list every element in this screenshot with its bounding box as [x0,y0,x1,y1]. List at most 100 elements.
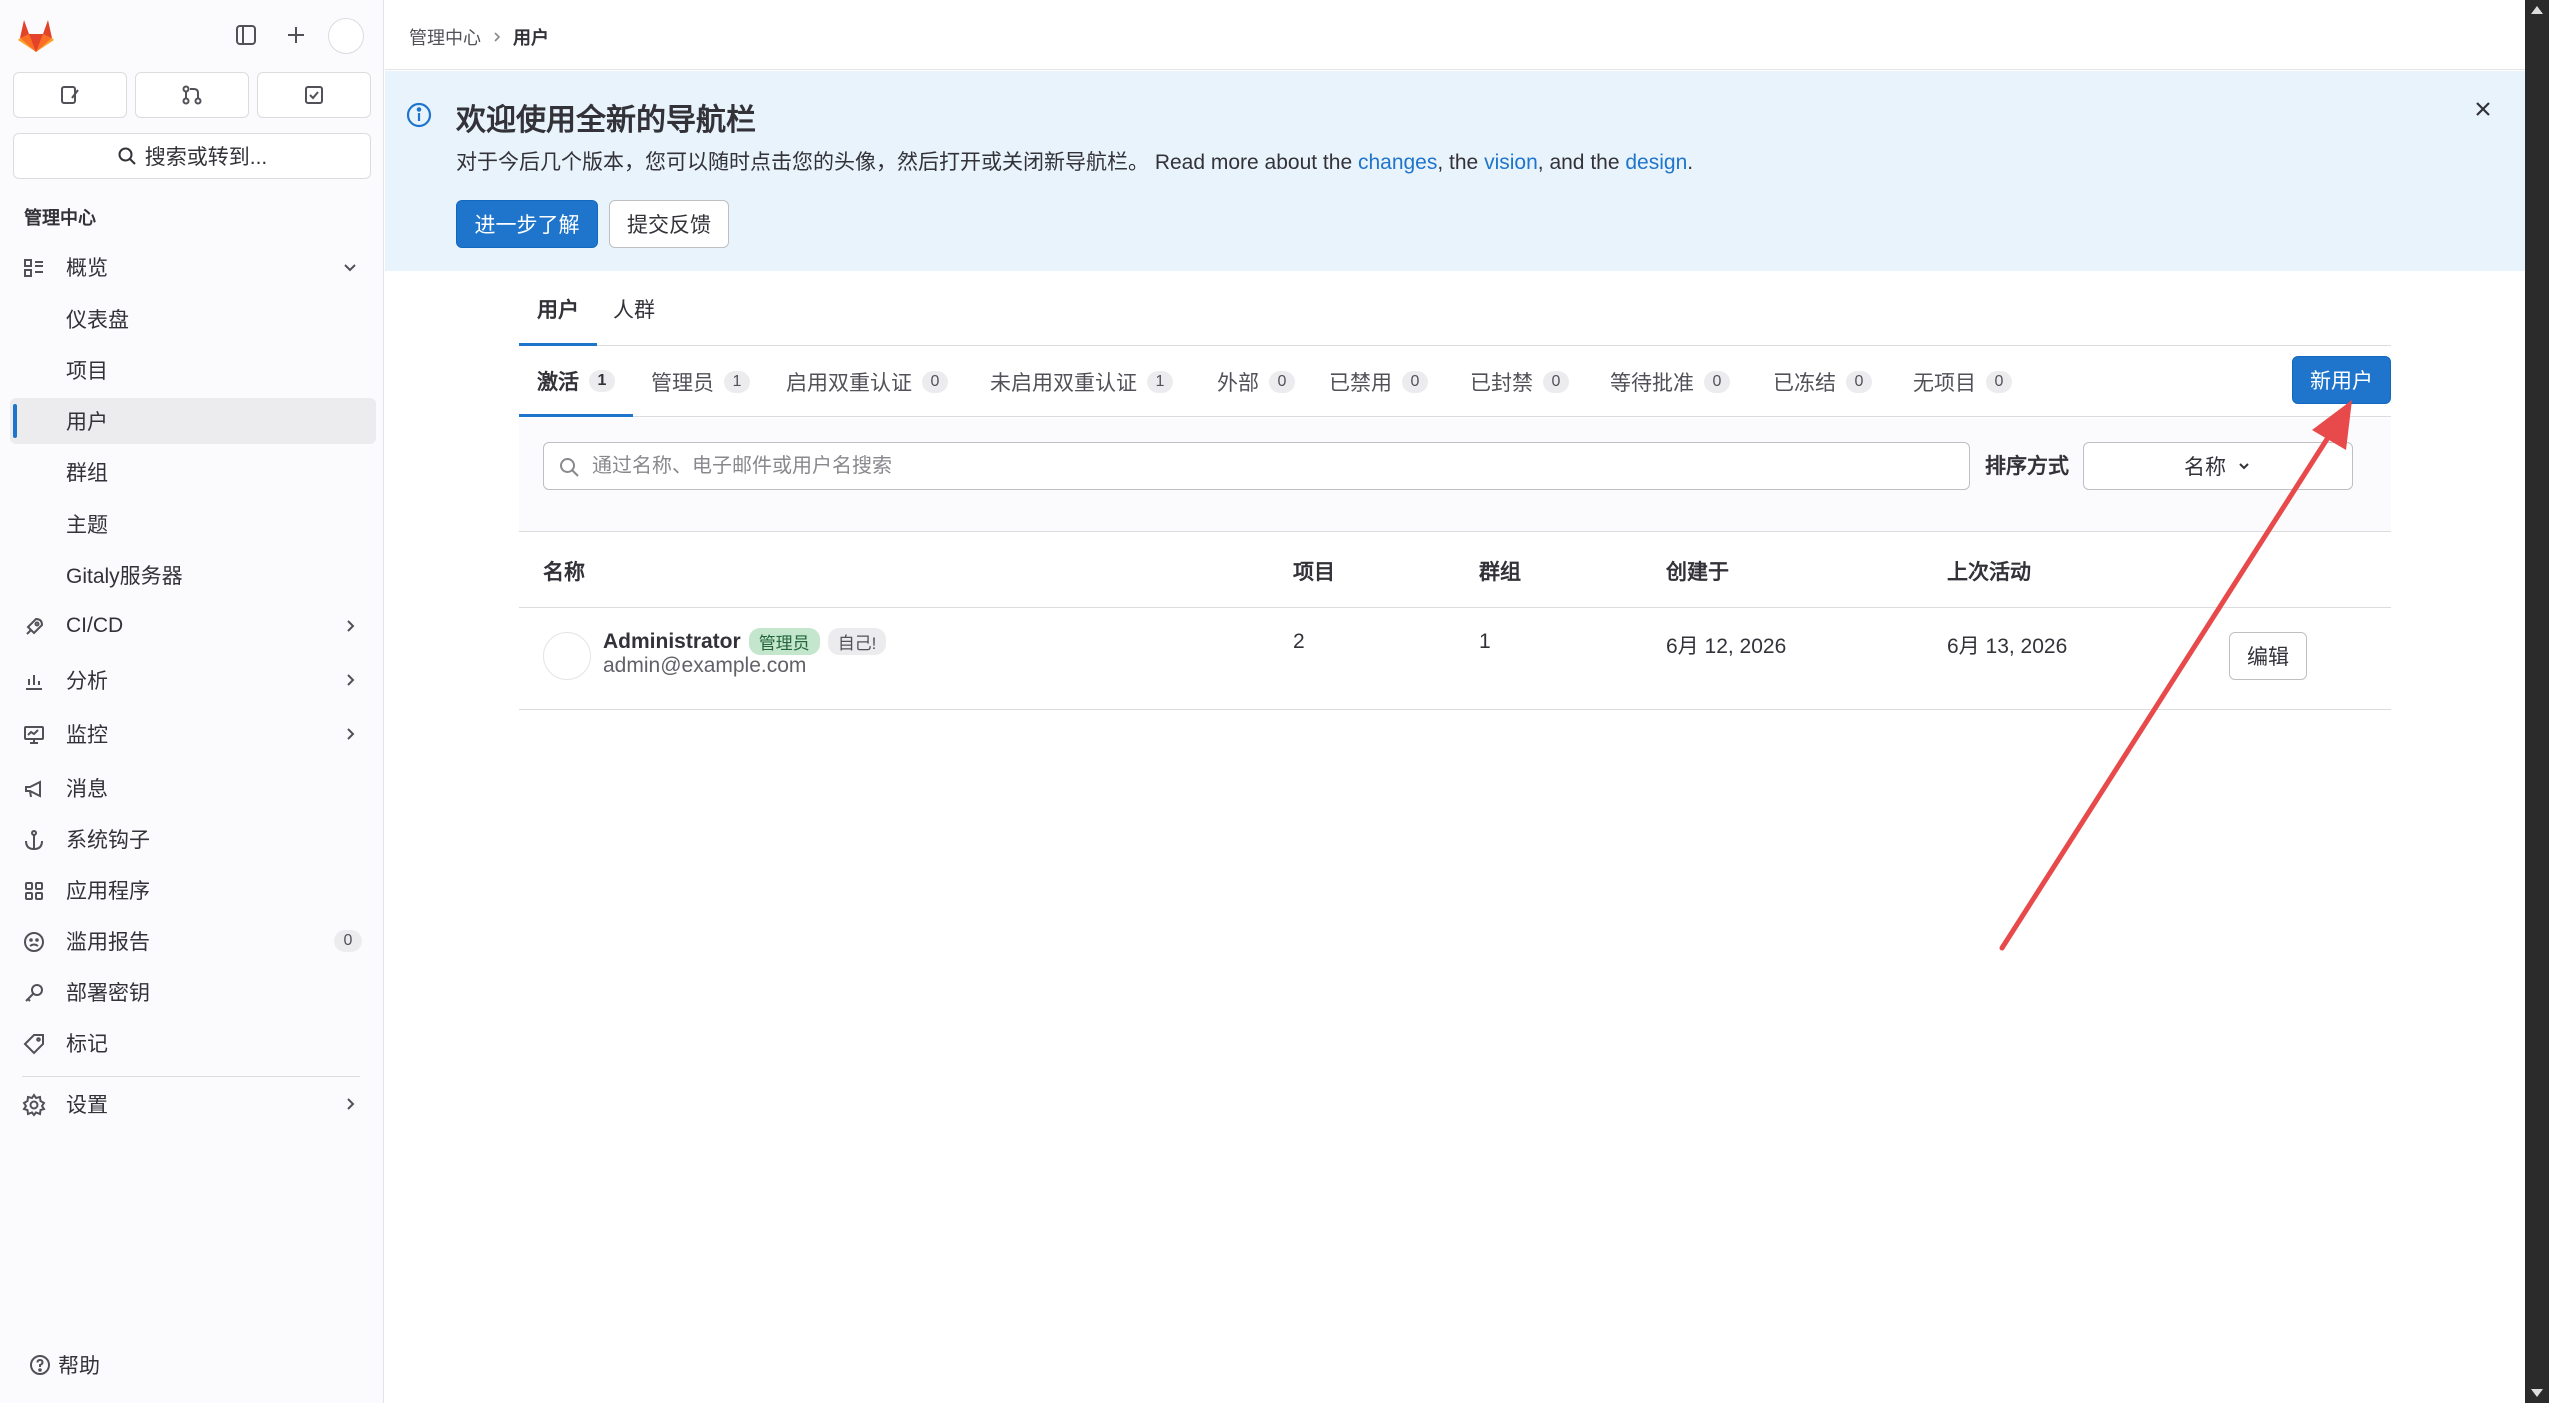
user-filter-tabs: 激活 1 管理员 1 启用双重认证 0 未启用双重认证 1 外部 0 已禁用 0 已封禁 0 … [519,347,2391,417]
sidebar-search-button[interactable]: 搜索或转到... [13,133,371,179]
sort-value: 名称 [2184,456,2226,479]
tab-count-badge: 0 [1402,371,1428,393]
toggle-sidebar-icon[interactable] [228,18,264,52]
tab-blocked[interactable]: 已禁用 0 [1311,347,1446,417]
sidebar-item-messages[interactable]: 消息 [10,765,376,811]
banner-text-part: , the [1437,151,1485,174]
avatar[interactable] [543,632,591,680]
sidebar-item-labels[interactable]: 标记 [10,1020,376,1066]
sidebar-item-settings[interactable]: 设置 [10,1081,376,1127]
breadcrumb: 管理中心 用户 [409,24,549,50]
sidebar-item-dashboard[interactable]: 仪表盘 [10,296,376,342]
sidebar-item-users[interactable]: 用户 [10,398,376,444]
changes-link[interactable]: changes [1358,151,1437,174]
merge-request-icon [182,85,202,105]
window-scrollbar[interactable] [2525,0,2549,1403]
design-link[interactable]: design [1625,151,1687,174]
sidebar-item-label: 监控 [66,724,108,747]
close-icon[interactable] [2469,95,2497,123]
sidebar-item-label: 项目 [66,360,108,383]
user-last-activity: 6月 13, 2026 [1947,635,2068,658]
tab-active[interactable]: 激活 1 [519,347,633,417]
tab-2fa-enabled[interactable]: 启用双重认证 0 [768,347,966,417]
tab-deactivated[interactable]: 已冻结 0 [1755,347,1890,417]
breadcrumb-current[interactable]: 用户 [513,24,549,50]
user-name-link[interactable]: Administrator [603,630,741,654]
sidebar-item-monitoring[interactable]: 监控 [10,711,376,757]
submit-feedback-button[interactable]: 提交反馈 [609,200,729,248]
sidebar-item-label: CI/CD [66,614,124,637]
user-search-input[interactable] [590,443,1950,489]
banner-title: 欢迎使用全新的导航栏 [456,104,756,137]
column-header-groups: 群组 [1479,561,1521,584]
breadcrumb-admin-area[interactable]: 管理中心 [409,24,481,50]
sidebar-item-deploy-keys[interactable]: 部署密钥 [10,969,376,1015]
scroll-down-arrow-icon[interactable] [2531,1389,2543,1397]
user-avatar-menu[interactable] [328,18,364,54]
user-name-cell: Administrator 管理员 自己! [603,628,887,655]
apps-icon [25,882,43,900]
tab-label: 已封禁 [1470,372,1533,395]
top-bar: 管理中心 用户 [385,0,2525,70]
merge-requests-quick-button[interactable] [135,72,249,118]
tab-without-projects[interactable]: 无项目 0 [1895,347,2030,417]
todos-quick-button[interactable] [257,72,371,118]
vision-link[interactable]: vision [1484,151,1538,174]
main-tabs: 用户 人群 [519,280,2391,346]
sidebar-item-groups[interactable]: 群组 [10,449,376,495]
issues-quick-button[interactable] [13,72,127,118]
edit-user-button[interactable]: 编辑 [2229,632,2307,680]
sidebar-item-topics[interactable]: 主题 [10,501,376,547]
tab-users[interactable]: 用户 [519,294,597,346]
sidebar-item-system-hooks[interactable]: 系统钩子 [10,816,376,862]
column-header-name: 名称 [543,561,585,584]
learn-more-button[interactable]: 进一步了解 [456,200,598,248]
sidebar-divider [22,1076,360,1077]
tab-count-badge: 0 [1269,371,1295,393]
sidebar-item-applications[interactable]: 应用程序 [10,867,376,913]
tab-banned[interactable]: 已封禁 0 [1452,347,1587,417]
column-header-last-activity: 上次活动 [1947,561,2031,584]
tab-label: 等待批准 [1610,372,1694,395]
chart-icon [26,675,42,690]
sidebar-item-overview[interactable]: 概览 [10,244,376,290]
overview-icon [24,259,43,277]
banner-text-part: 对于今后几个版本，您可以随时点击您的头像，然后打开或关闭新导航栏。 Read m… [456,151,1358,174]
sidebar-item-abuse-reports[interactable]: 滥用报告 0 [10,918,376,964]
tab-cohorts[interactable]: 人群 [595,294,673,346]
sidebar-item-label: 滥用报告 [66,931,150,954]
sidebar-item-cicd[interactable]: CI/CD [10,603,376,649]
table-header: 名称 项目 群组 创建于 上次活动 [519,532,2391,608]
help-label: 帮助 [58,1355,100,1378]
sidebar-section-title: 管理中心 [24,208,96,228]
user-created-date: 6月 12, 2026 [1666,635,1787,658]
banner-text-part: , and the [1537,151,1626,174]
user-search-box [543,442,1970,490]
banner-text-part: . [1687,151,1694,174]
tab-count-badge: 0 [1704,371,1730,393]
monitor-icon [24,726,44,744]
tab-count-badge: 0 [1986,371,2012,393]
sidebar-item-label: 应用程序 [66,880,150,903]
megaphone-icon [25,780,41,798]
scroll-up-arrow-icon[interactable] [2531,6,2543,14]
tab-2fa-disabled[interactable]: 未启用双重认证 1 [972,347,1191,417]
chevron-right-icon [347,620,355,632]
tab-external[interactable]: 外部 0 [1199,347,1313,417]
user-projects-count: 2 [1293,630,1305,653]
sidebar-item-projects[interactable]: 项目 [10,347,376,393]
tab-count-badge: 0 [922,371,948,393]
sidebar-item-gitaly-servers[interactable]: Gitaly服务器 [10,552,376,598]
tab-pending-approval[interactable]: 等待批准 0 [1592,347,1748,417]
column-header-created: 创建于 [1666,561,1729,584]
new-user-button[interactable]: 新用户 [2292,356,2391,404]
sort-dropdown[interactable]: 名称 [2083,442,2353,490]
admin-badge: 管理员 [748,628,820,655]
create-new-icon[interactable] [278,18,314,52]
search-icon [560,458,579,477]
tab-admins[interactable]: 管理员 1 [633,347,768,417]
help-button[interactable]: 帮助 [28,1350,100,1380]
sidebar-item-analytics[interactable]: 分析 [10,657,376,703]
gitlab-logo-icon[interactable] [16,16,56,54]
sidebar-item-label: 消息 [66,778,108,801]
